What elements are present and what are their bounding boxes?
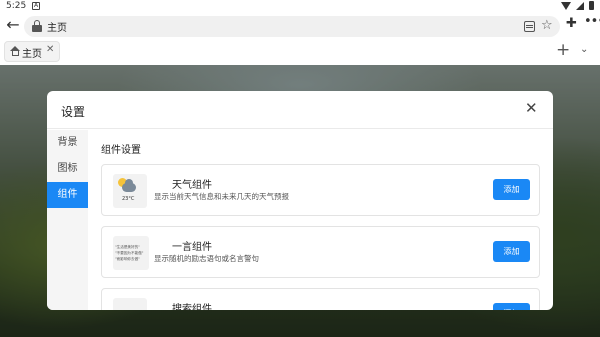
extension-icon[interactable]: ✚: [566, 16, 577, 31]
home-icon: [10, 46, 20, 56]
weather-thumbnail: 23°C: [113, 174, 147, 208]
add-search-widget-button[interactable]: 添加: [493, 303, 530, 310]
cloud-icon: [122, 179, 136, 192]
lock-icon: [32, 20, 42, 32]
sidebar-item-icons[interactable]: 图标: [47, 156, 88, 182]
widget-name: 一言组件: [172, 242, 212, 253]
quote-thumbnail: "生活是美好的" "不要因为不能做" "而影响你去做": [113, 236, 149, 270]
search-thumbnail: [113, 298, 147, 310]
tab-label: 主页: [22, 49, 42, 60]
add-quote-widget-button[interactable]: 添加: [493, 241, 530, 262]
thumbnail-temperature: 23°C: [122, 196, 135, 202]
notification-icon: A: [32, 2, 40, 10]
sidebar-item-widgets[interactable]: 组件: [47, 182, 88, 208]
settings-sidebar: 背景 图标 组件: [47, 130, 88, 310]
status-bar: 5:25 A: [0, 0, 600, 13]
widget-settings-panel: 组件设置 23°C 天气组件 显示当前天气信息和未来几天的天气预报 添加 "生活…: [101, 130, 541, 310]
widget-name: 搜索组件: [172, 304, 212, 310]
url-text[interactable]: 主页: [47, 19, 67, 34]
more-menu-icon[interactable]: •••: [584, 14, 600, 29]
new-tab-button[interactable]: +: [556, 40, 570, 60]
reader-mode-icon[interactable]: [524, 21, 535, 32]
status-time: 5:25: [6, 1, 27, 11]
browser-toolbar: ← 主页 ☆ ✚ •••: [0, 13, 600, 39]
dialog-header: 设置 ✕: [47, 91, 553, 129]
widget-card-weather: 23°C 天气组件 显示当前天气信息和未来几天的天气预报 添加: [101, 164, 540, 216]
section-title: 组件设置: [101, 145, 141, 156]
wifi-icon: [561, 1, 571, 10]
battery-icon: [589, 1, 594, 10]
widget-name: 天气组件: [172, 180, 212, 191]
tab-home[interactable]: 主页 ✕: [4, 41, 60, 62]
close-icon[interactable]: ✕: [525, 99, 538, 117]
add-weather-widget-button[interactable]: 添加: [493, 179, 530, 200]
settings-dialog: 设置 ✕ 背景 图标 组件 组件设置 23°C 天气组件 显示当前天气信息和未来…: [47, 91, 553, 310]
tab-list-chevron-icon[interactable]: ⌄: [580, 44, 588, 55]
quote-line: "生活是美好的": [115, 245, 140, 249]
dialog-title: 设置: [61, 105, 86, 119]
quote-line: "而影响你去做": [115, 257, 140, 261]
widget-card-quote: "生活是美好的" "不要因为不能做" "而影响你去做" 一言组件 显示随机的励志…: [101, 226, 540, 278]
quote-line: "不要因为不能做": [115, 251, 144, 255]
address-bar[interactable]: 主页 ☆: [24, 16, 560, 37]
sidebar-item-background[interactable]: 背景: [47, 130, 88, 156]
back-arrow-icon[interactable]: ←: [3, 16, 23, 36]
status-indicators: [561, 1, 594, 10]
widget-card-search: 搜索组件 添加: [101, 288, 540, 310]
widget-description: 显示当前天气信息和未来几天的天气预报: [154, 192, 289, 201]
tab-strip: 主页 ✕ + ⌄: [0, 39, 600, 65]
star-icon[interactable]: ☆: [541, 18, 553, 33]
signal-icon: [576, 1, 584, 10]
tab-close-icon[interactable]: ✕: [46, 44, 54, 55]
widget-description: 显示随机的励志语句或名言警句: [154, 254, 259, 263]
